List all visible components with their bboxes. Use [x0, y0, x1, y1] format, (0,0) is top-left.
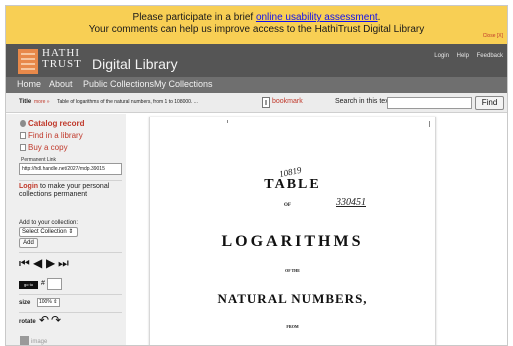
catalog-record-icon — [20, 120, 26, 127]
find-in-library-icon — [20, 132, 26, 139]
banner-subtext: Your comments can help us improve access… — [88, 24, 425, 35]
doc-from: FROM — [286, 324, 299, 329]
previous-page-icon[interactable]: ◀ — [33, 257, 42, 269]
chevron-updown-icon: ⇕ — [68, 229, 74, 235]
size-select[interactable]: 100% ⇕ — [37, 298, 60, 307]
page-number-input[interactable] — [47, 278, 62, 290]
rotate-label: rotate — [19, 319, 36, 325]
sidebar-login-link[interactable]: Login — [19, 183, 38, 190]
buy-copy-link[interactable]: Buy a copy — [28, 143, 68, 152]
next-page-icon[interactable]: ▶ — [46, 257, 55, 269]
doc-title-table: TABLE — [264, 177, 321, 192]
search-in-text-input[interactable] — [387, 97, 472, 109]
find-button[interactable]: Find — [475, 96, 504, 110]
site-header: HATHI TRUST Digital Library Login Help F… — [6, 44, 507, 77]
doc-title-logarithms: LOGARITHMS — [221, 233, 364, 250]
login-message: Login to make your personal collections … — [19, 183, 119, 199]
page-number-label: # — [41, 280, 45, 287]
first-page-icon[interactable]: ⏮ — [19, 257, 30, 269]
select-collection-value: Select Collection — [22, 229, 67, 235]
banner-close-button[interactable]: Close [X] — [483, 33, 503, 39]
add-to-collection-button[interactable]: Add — [19, 238, 38, 248]
banner-text-end: . — [377, 12, 381, 23]
doc-of-the: OF THE — [285, 268, 300, 273]
size-value: 100% — [39, 299, 52, 305]
permanent-link-field[interactable]: http://hdl.handle.net/2027/mdp.39015 — [19, 163, 122, 175]
page-scan: TABLE 10819 OF 330451 LOGARITHMS OF THE … — [149, 117, 436, 345]
banner-text: Please participate in a brief — [132, 12, 256, 23]
sidebar: Catalog record Find in a library Buy a c… — [6, 114, 126, 345]
select-collection-dropdown[interactable]: Select Collection ⇕ — [19, 227, 78, 237]
last-page-icon[interactable]: ⏭ — [58, 257, 69, 269]
feedback-link[interactable]: Feedback — [477, 53, 503, 59]
bookmark-link[interactable]: bookmark — [272, 98, 303, 105]
usability-assessment-link[interactable]: online usability assessment — [256, 12, 378, 23]
main-nav: Home About Public Collections My Collect… — [6, 77, 507, 93]
utility-links: Login Help Feedback — [428, 53, 503, 59]
nav-home[interactable]: Home — [17, 79, 41, 89]
image-view-label[interactable]: image — [31, 339, 47, 345]
browser-viewport: Please participate in a brief online usa… — [5, 5, 508, 346]
rotate-left-icon[interactable]: ↶ — [39, 314, 49, 326]
chevron-updown-icon: ⇕ — [53, 299, 58, 305]
find-in-library-link[interactable]: Find in a library — [28, 131, 83, 140]
logo-line2: TRUST — [42, 58, 82, 70]
title-bar: Title more » Table of logarithms of the … — [6, 93, 507, 113]
rotate-right-icon[interactable]: ↷ — [51, 314, 61, 326]
title-more-link[interactable]: more » — [34, 99, 50, 105]
nav-public-collections[interactable]: Public Collections — [83, 79, 154, 89]
buy-copy-icon — [20, 144, 26, 151]
survey-banner: Please participate in a brief online usa… — [6, 6, 507, 44]
doc-title-natural-numbers: NATURAL NUMBERS, — [217, 291, 368, 306]
title-label: Title — [19, 99, 32, 105]
nav-about[interactable]: About — [49, 79, 73, 89]
sidebar-divider — [19, 252, 122, 253]
sidebar-divider — [19, 180, 122, 181]
book-title: Table of logarithms of the natural numbe… — [57, 99, 198, 105]
page-mark — [227, 120, 228, 123]
logo-suffix: Digital Library — [92, 56, 178, 72]
login-link[interactable]: Login — [434, 53, 449, 59]
banner-message: Please participate in a brief online usa… — [6, 12, 507, 23]
go-to-button[interactable]: go to — [19, 281, 38, 289]
image-view-icon[interactable] — [20, 336, 29, 345]
sidebar-divider — [19, 294, 122, 295]
search-label: Search in this text — [335, 98, 391, 105]
sidebar-divider — [19, 312, 122, 313]
page-mark — [429, 121, 430, 127]
bookmark-icon[interactable] — [262, 97, 270, 108]
hathitrust-logo-icon[interactable] — [18, 49, 38, 74]
nav-my-collections[interactable]: My Collections — [154, 79, 213, 89]
logo-wordmark[interactable]: HATHI TRUST — [42, 48, 82, 70]
catalog-record-link[interactable]: Catalog record — [28, 119, 84, 128]
size-label: size — [19, 300, 31, 306]
doc-of: OF — [284, 203, 291, 208]
handwritten-accession: 330451 — [336, 197, 366, 208]
help-link[interactable]: Help — [457, 53, 469, 59]
add-to-collection-label: Add to your collection: — [19, 220, 79, 226]
